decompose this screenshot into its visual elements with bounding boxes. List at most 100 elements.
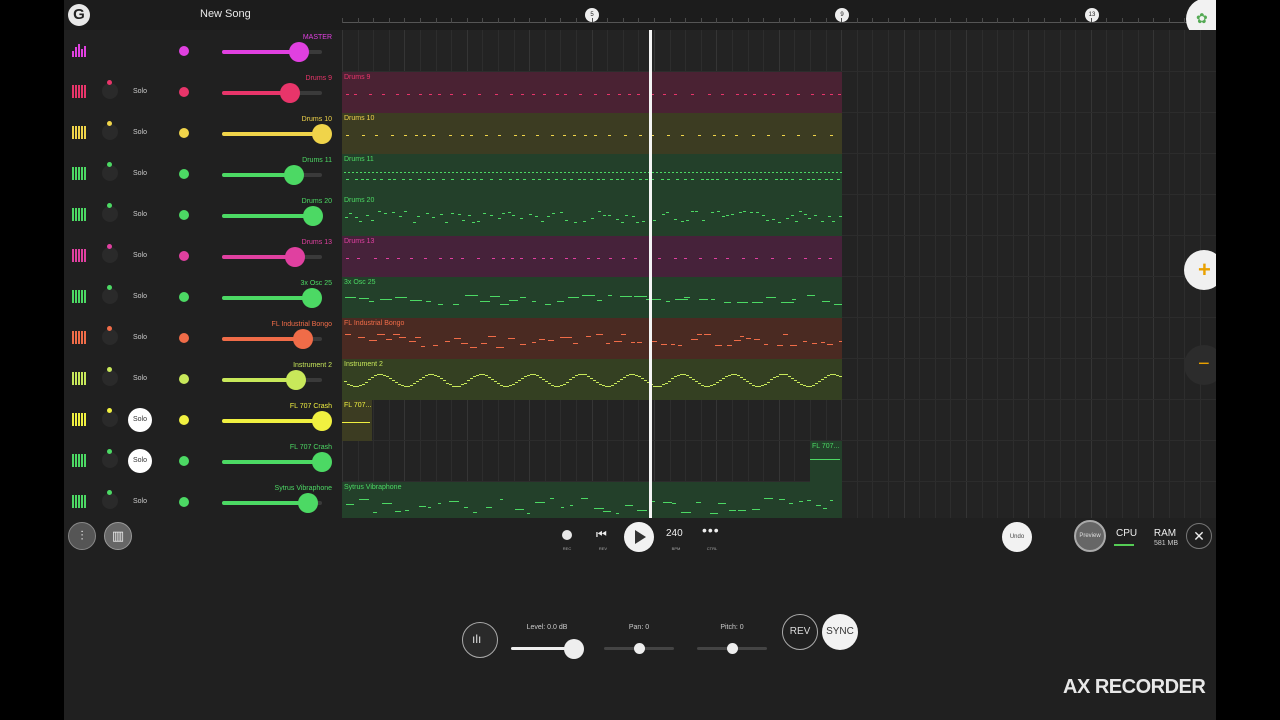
pan-knob[interactable]	[634, 643, 645, 654]
mixer-bars-icon[interactable]	[72, 44, 86, 57]
channel-row[interactable]: Solo Drums 10	[64, 112, 342, 153]
mute-toggle[interactable]	[102, 493, 118, 509]
volume-slider[interactable]	[222, 247, 322, 267]
channel-row[interactable]: Solo Drums 9	[64, 71, 342, 112]
level-slider[interactable]	[511, 639, 584, 659]
channel-row[interactable]: Solo FL Industrial Bongo	[64, 317, 342, 358]
pattern-clip[interactable]: Drums 9	[342, 72, 842, 113]
volume-slider[interactable]	[222, 370, 322, 390]
more-options-button[interactable]: •••	[702, 522, 720, 538]
channel-row[interactable]: Solo Sytrus Vibraphone	[64, 481, 342, 522]
pattern-clip[interactable]: 3x Osc 25	[342, 277, 842, 318]
zoom-out-button[interactable]: −	[1184, 345, 1216, 385]
instrument-icon[interactable]	[72, 331, 86, 344]
channel-row[interactable]: Solo 3x Osc 25	[64, 276, 342, 317]
pattern-clip[interactable]: Drums 10	[342, 113, 842, 154]
pattern-clip[interactable]: FL 707...	[810, 441, 842, 482]
volume-slider[interactable]	[222, 165, 322, 185]
reverse-button[interactable]: REV	[782, 614, 818, 650]
solo-button[interactable]: Solo	[128, 369, 152, 389]
volume-knob[interactable]	[312, 411, 332, 431]
solo-button[interactable]: Solo	[128, 328, 152, 348]
song-title[interactable]: New Song	[200, 8, 251, 20]
instrument-icon[interactable]	[72, 85, 86, 98]
channel-color-dot[interactable]	[179, 497, 189, 507]
waveform-button[interactable]: ılı	[462, 622, 498, 658]
instrument-icon[interactable]	[72, 249, 86, 262]
volume-knob[interactable]	[286, 370, 306, 390]
pattern-clip[interactable]: Drums 11	[342, 154, 842, 195]
volume-slider[interactable]	[222, 206, 323, 226]
mute-toggle[interactable]	[102, 206, 118, 222]
instrument-icon[interactable]	[72, 208, 86, 221]
channel-color-dot[interactable]	[179, 169, 189, 179]
pattern-clip[interactable]: Drums 20	[342, 195, 842, 236]
close-button[interactable]: ✕	[1186, 523, 1212, 549]
instrument-icon[interactable]	[72, 372, 86, 385]
playhead[interactable]	[649, 30, 652, 518]
preview-button[interactable]: Preview	[1074, 520, 1106, 552]
instrument-icon[interactable]	[72, 167, 86, 180]
volume-knob[interactable]	[285, 247, 305, 267]
channel-color-dot[interactable]	[179, 456, 189, 466]
volume-slider[interactable]	[222, 452, 332, 472]
volume-slider[interactable]	[222, 42, 322, 62]
solo-button[interactable]: Solo	[128, 205, 152, 225]
solo-button[interactable]: Solo	[128, 449, 152, 473]
play-button[interactable]	[624, 522, 654, 552]
solo-button[interactable]: Solo	[128, 82, 152, 102]
channel-row[interactable]: MASTER	[64, 30, 342, 71]
volume-slider[interactable]	[222, 411, 332, 431]
zoom-in-button[interactable]: +	[1184, 250, 1216, 290]
pattern-clip[interactable]: Sytrus Vibraphone	[342, 482, 842, 518]
record-button[interactable]	[562, 530, 572, 540]
mute-toggle[interactable]	[102, 124, 118, 140]
channel-color-dot[interactable]	[179, 87, 189, 97]
pan-slider[interactable]	[604, 643, 674, 654]
volume-knob[interactable]	[312, 452, 332, 472]
undo-button[interactable]: Undo	[1002, 522, 1032, 552]
solo-button[interactable]: Solo	[128, 408, 152, 432]
app-logo-icon[interactable]: G	[68, 4, 90, 26]
channel-color-dot[interactable]	[179, 128, 189, 138]
channel-row[interactable]: Solo Drums 20	[64, 194, 342, 235]
instrument-icon[interactable]	[72, 495, 86, 508]
volume-slider[interactable]	[222, 493, 322, 513]
channel-row[interactable]: Solo Drums 11	[64, 153, 342, 194]
volume-knob[interactable]	[293, 329, 313, 349]
pitch-knob[interactable]	[727, 643, 738, 654]
channel-row[interactable]: Solo FL 707 Crash	[64, 399, 342, 440]
solo-button[interactable]: Solo	[128, 492, 152, 512]
volume-knob[interactable]	[280, 83, 300, 103]
mute-toggle[interactable]	[102, 165, 118, 181]
level-knob[interactable]	[564, 639, 584, 659]
pattern-clip[interactable]: FL Industrial Bongo	[342, 318, 842, 359]
pattern-clip[interactable]: Drums 13	[342, 236, 842, 277]
channel-color-dot[interactable]	[179, 251, 189, 261]
volume-slider[interactable]	[222, 288, 322, 308]
mute-toggle[interactable]	[102, 83, 118, 99]
volume-knob[interactable]	[312, 124, 332, 144]
volume-knob[interactable]	[302, 288, 322, 308]
mute-toggle[interactable]	[102, 247, 118, 263]
channel-color-dot[interactable]	[179, 292, 189, 302]
instrument-icon[interactable]	[72, 290, 86, 303]
pattern-clip[interactable]: Instrument 2	[342, 359, 842, 400]
solo-button[interactable]: Solo	[128, 287, 152, 307]
channel-row[interactable]: Solo Drums 13	[64, 235, 342, 276]
volume-knob[interactable]	[284, 165, 304, 185]
sync-button[interactable]: SYNC	[822, 614, 858, 650]
channel-color-dot[interactable]	[179, 333, 189, 343]
volume-slider[interactable]	[222, 329, 322, 349]
bpm-display[interactable]: 240	[666, 528, 683, 539]
mute-toggle[interactable]	[102, 329, 118, 345]
volume-knob[interactable]	[303, 206, 323, 226]
volume-slider[interactable]	[222, 124, 332, 144]
mixer-button[interactable]: ⫶	[68, 522, 96, 550]
pitch-slider[interactable]	[697, 643, 767, 654]
piano-roll-button[interactable]: ▥	[104, 522, 132, 550]
playlist-area[interactable]: Drums 9 Drums 10 Drums 11 Drums 20 Drums 13 3…	[342, 30, 1216, 518]
channel-color-dot[interactable]	[179, 210, 189, 220]
timeline-ruler[interactable]: 5 9 13	[342, 0, 1216, 30]
solo-button[interactable]: Solo	[128, 246, 152, 266]
